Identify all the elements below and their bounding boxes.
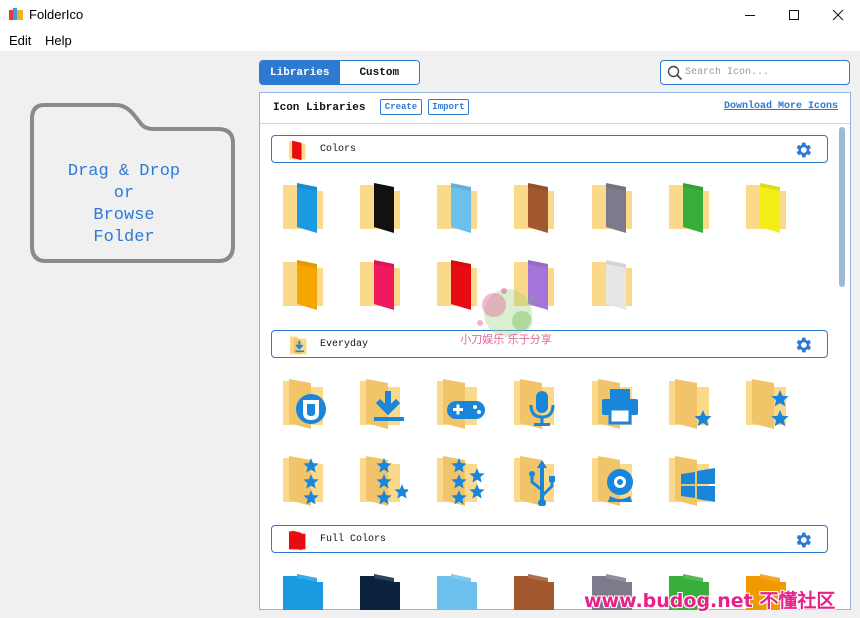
brown-folder-icon[interactable] [512, 177, 562, 233]
four-star-folder-icon[interactable] [358, 450, 408, 506]
grey-folder-icon[interactable] [590, 177, 640, 233]
full-brown-folder-icon[interactable] [512, 568, 562, 610]
app-logo-icon [9, 8, 23, 20]
panel-header: Icon Libraries Create Import Download Mo… [260, 93, 850, 124]
black-folder-icon[interactable] [358, 177, 408, 233]
search-box [660, 60, 850, 85]
gamepad-folder-icon[interactable] [435, 373, 485, 429]
usb-folder-icon[interactable] [512, 450, 562, 506]
orange-folder-icon[interactable] [281, 254, 331, 310]
drop-zone-line-1: Drag & Drop or [67, 162, 181, 203]
white-folder-icon[interactable] [590, 254, 640, 310]
gear-icon[interactable] [793, 530, 813, 550]
red-folder-icon [288, 140, 306, 161]
full-red-folder-icon [288, 530, 306, 551]
section-label-full-colors: Full Colors [320, 534, 387, 545]
two-star-folder-icon[interactable] [744, 373, 794, 429]
menu-help[interactable]: Help [45, 33, 72, 48]
microphone-folder-icon[interactable] [512, 373, 562, 429]
full-blue-folder-icon[interactable] [281, 568, 331, 610]
section-label-colors: Colors [320, 144, 357, 155]
pink-folder-icon[interactable] [358, 254, 408, 310]
section-header-colors[interactable]: Colors [271, 135, 828, 163]
full-navy-folder-icon[interactable] [358, 568, 408, 610]
tab-custom[interactable]: Custom [339, 61, 419, 84]
scrollbar[interactable] [838, 127, 846, 607]
search-input[interactable] [685, 64, 845, 81]
section-header-full-colors[interactable]: Full Colors [271, 525, 828, 553]
app-title: FolderIco [29, 7, 84, 22]
drop-zone[interactable]: Drag & Drop or Browse Folder [30, 103, 235, 263]
watermark-text: www.budog.net 不懂社区 [584, 590, 836, 612]
scroll-thumb[interactable] [839, 127, 845, 287]
gear-icon[interactable] [793, 335, 813, 355]
tab-libraries[interactable]: Libraries [260, 61, 340, 84]
printer-folder-icon[interactable] [590, 373, 640, 429]
webcam-folder-icon[interactable] [590, 450, 640, 506]
three-star-folder-icon[interactable] [281, 450, 331, 506]
blue-folder-icon[interactable] [281, 177, 331, 233]
menu-edit[interactable]: Edit [9, 33, 31, 48]
import-button[interactable]: Import [428, 99, 469, 115]
utorrent-folder-icon[interactable] [281, 373, 331, 429]
create-button[interactable]: Create [380, 99, 422, 115]
one-star-folder-icon[interactable] [667, 373, 717, 429]
maximize-button[interactable] [772, 0, 816, 30]
search-icon [667, 65, 683, 81]
download-more-link[interactable]: Download More Icons [724, 101, 838, 112]
close-icon [832, 9, 844, 21]
download-folder-icon [289, 336, 307, 355]
title-bar: FolderIco [0, 0, 860, 30]
download-folder-icon[interactable] [358, 373, 408, 429]
close-button[interactable] [816, 0, 860, 30]
drop-zone-text: Drag & Drop or Browse Folder [59, 161, 189, 249]
full-light-blue-folder-icon[interactable] [435, 568, 485, 610]
minimize-icon [745, 15, 755, 16]
panel-title: Icon Libraries [273, 102, 366, 114]
tab-bar: Libraries Custom [259, 60, 420, 85]
windows-folder-icon[interactable] [667, 450, 717, 506]
watermark-splash-logo: 小刀娱乐 乐于分享 [460, 288, 552, 346]
drop-zone-line-2: Browse Folder [93, 206, 155, 247]
gear-icon[interactable] [793, 140, 813, 160]
menu-bar: Edit Help [0, 30, 860, 51]
five-star-folder-icon[interactable] [435, 450, 485, 506]
yellow-folder-icon[interactable] [744, 177, 794, 233]
light-blue-folder-icon[interactable] [435, 177, 485, 233]
watermark-splash-text: 小刀娱乐 乐于分享 [460, 332, 552, 346]
section-label-everyday: Everyday [320, 339, 369, 350]
maximize-icon [789, 10, 799, 20]
green-folder-icon[interactable] [667, 177, 717, 233]
minimize-button[interactable] [728, 0, 772, 30]
